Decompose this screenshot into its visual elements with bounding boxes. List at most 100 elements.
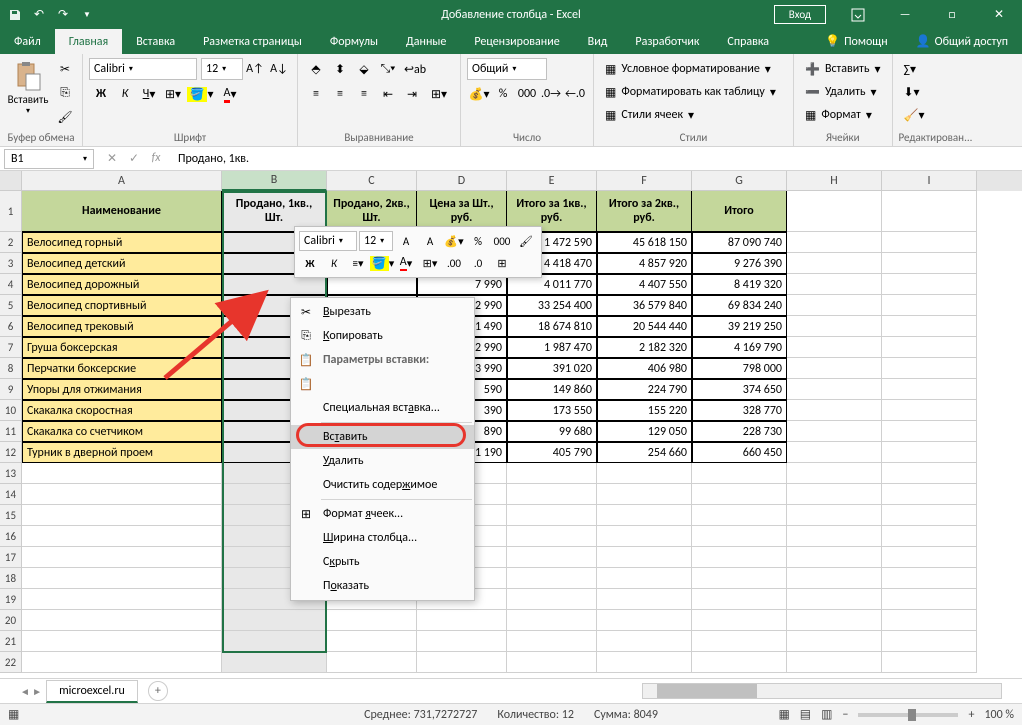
row-header[interactable]: 15 xyxy=(0,505,22,526)
cell[interactable]: Велосипед дорожный xyxy=(22,274,222,295)
cell[interactable] xyxy=(882,379,977,400)
cell[interactable]: 328 770 xyxy=(692,400,787,421)
cell[interactable]: 173 550 xyxy=(507,400,597,421)
cell[interactable] xyxy=(22,589,222,610)
cell[interactable]: Турник в дверной проем xyxy=(22,442,222,463)
col-header-G[interactable]: G xyxy=(692,171,787,191)
align-bottom-icon[interactable]: ⬙ xyxy=(352,58,376,80)
fill-color-icon[interactable]: 🪣▾ xyxy=(185,83,215,105)
row-header[interactable]: 8 xyxy=(0,358,22,379)
cell[interactable] xyxy=(787,526,882,547)
cell[interactable] xyxy=(882,337,977,358)
col-header-H[interactable]: H xyxy=(787,171,882,191)
increase-font-icon[interactable]: A↑ xyxy=(243,58,267,80)
name-box[interactable]: B1▾ xyxy=(4,149,94,169)
copy-icon[interactable]: ⎘ xyxy=(54,82,76,104)
tab-developer[interactable]: Разработчик xyxy=(621,29,713,54)
row-header[interactable]: 17 xyxy=(0,547,22,568)
mini-format-painter-icon[interactable]: 🖌 xyxy=(515,231,537,251)
cell[interactable] xyxy=(787,442,882,463)
cell[interactable] xyxy=(882,463,977,484)
login-button[interactable]: Вход xyxy=(774,5,826,24)
cell[interactable] xyxy=(597,568,692,589)
row-header[interactable]: 3 xyxy=(0,253,22,274)
cell[interactable]: 8 419 320 xyxy=(692,274,787,295)
cell[interactable] xyxy=(507,505,597,526)
cell[interactable]: Перчатки боксерские xyxy=(22,358,222,379)
cell[interactable] xyxy=(327,652,417,673)
cell[interactable] xyxy=(507,610,597,631)
qat-dropdown-icon[interactable]: ▼ xyxy=(78,6,96,24)
col-header-D[interactable]: D xyxy=(417,171,507,191)
cell[interactable]: Скакалка скоростная xyxy=(22,400,222,421)
sheet-nav[interactable]: ◄ ► xyxy=(20,685,42,698)
cell[interactable] xyxy=(882,421,977,442)
mini-percent-icon[interactable]: % xyxy=(467,231,489,251)
cell[interactable] xyxy=(222,610,327,631)
cell-styles-button[interactable]: ▦Стили ячеек▾ xyxy=(600,104,699,126)
autosum-button[interactable]: ∑▾ xyxy=(899,58,922,80)
cell[interactable]: 4 857 920 xyxy=(597,253,692,274)
cell[interactable] xyxy=(882,526,977,547)
cell[interactable] xyxy=(597,484,692,505)
cell[interactable] xyxy=(787,652,882,673)
cell[interactable] xyxy=(597,589,692,610)
cut-icon[interactable]: ✂ xyxy=(54,58,76,80)
row-header[interactable]: 4 xyxy=(0,274,22,295)
mini-fill-icon[interactable]: 🪣▾ xyxy=(371,253,393,273)
cell[interactable]: 20 544 440 xyxy=(597,316,692,337)
align-top-icon[interactable]: ⬘ xyxy=(304,58,328,80)
cell[interactable] xyxy=(22,463,222,484)
cell[interactable] xyxy=(787,463,882,484)
font-size-combo[interactable]: 12▾ xyxy=(201,58,243,80)
cell[interactable] xyxy=(22,484,222,505)
select-all-corner[interactable] xyxy=(0,171,22,191)
cell[interactable] xyxy=(222,652,327,673)
cell[interactable] xyxy=(597,547,692,568)
cell[interactable]: 155 220 xyxy=(597,400,692,421)
cell[interactable]: 99 680 xyxy=(507,421,597,442)
ctx-cut[interactable]: ✂Вырезать xyxy=(291,300,474,324)
sheet-tab[interactable]: microexcel.ru xyxy=(46,680,138,703)
cell[interactable] xyxy=(787,295,882,316)
row-header[interactable]: 5 xyxy=(0,295,22,316)
font-name-combo[interactable]: Calibri▾ xyxy=(89,58,197,80)
row-header[interactable]: 20 xyxy=(0,610,22,631)
mini-dec-decimal-icon[interactable]: .00 xyxy=(443,253,465,273)
row-header[interactable]: 9 xyxy=(0,379,22,400)
cell[interactable] xyxy=(882,505,977,526)
align-left-icon[interactable]: ≡ xyxy=(304,83,328,105)
mini-size-combo[interactable]: 12▾ xyxy=(359,231,393,251)
row-header[interactable]: 21 xyxy=(0,631,22,652)
view-pagebreak-icon[interactable]: ▥ xyxy=(821,707,832,722)
enter-icon[interactable]: ✓ xyxy=(124,151,144,166)
cell[interactable] xyxy=(507,484,597,505)
indent-inc-icon[interactable]: ⇥ xyxy=(400,83,424,105)
cell[interactable] xyxy=(882,274,977,295)
mini-merge-icon[interactable]: ⊞ xyxy=(491,253,513,273)
cell[interactable] xyxy=(22,526,222,547)
cell[interactable] xyxy=(417,631,507,652)
cell[interactable]: Велосипед детский xyxy=(22,253,222,274)
cell[interactable]: Велосипед трековый xyxy=(22,316,222,337)
fill-button[interactable]: ⬇▾ xyxy=(899,81,925,103)
cell[interactable] xyxy=(507,652,597,673)
tab-view[interactable]: Вид xyxy=(574,29,622,54)
merge-icon[interactable]: ⊞▾ xyxy=(424,83,454,105)
align-middle-icon[interactable]: ⬍ xyxy=(328,58,352,80)
cell[interactable] xyxy=(787,316,882,337)
format-painter-icon[interactable]: 🖌 xyxy=(54,106,76,128)
cell[interactable] xyxy=(507,463,597,484)
cell[interactable]: 39 219 250 xyxy=(692,316,787,337)
ctx-clear[interactable]: Очистить содержимое xyxy=(291,473,474,497)
cell[interactable]: 374 650 xyxy=(692,379,787,400)
cell[interactable]: 798 000 xyxy=(692,358,787,379)
ribbon-options-icon[interactable] xyxy=(835,0,881,29)
cell[interactable] xyxy=(507,631,597,652)
cell[interactable]: Итого за 2кв., руб. xyxy=(597,191,692,232)
cell[interactable] xyxy=(507,547,597,568)
row-header[interactable]: 14 xyxy=(0,484,22,505)
italic-button[interactable]: К xyxy=(113,83,137,105)
row-header[interactable]: 12 xyxy=(0,442,22,463)
share-button[interactable]: 👤Общий доступ xyxy=(902,29,1022,54)
